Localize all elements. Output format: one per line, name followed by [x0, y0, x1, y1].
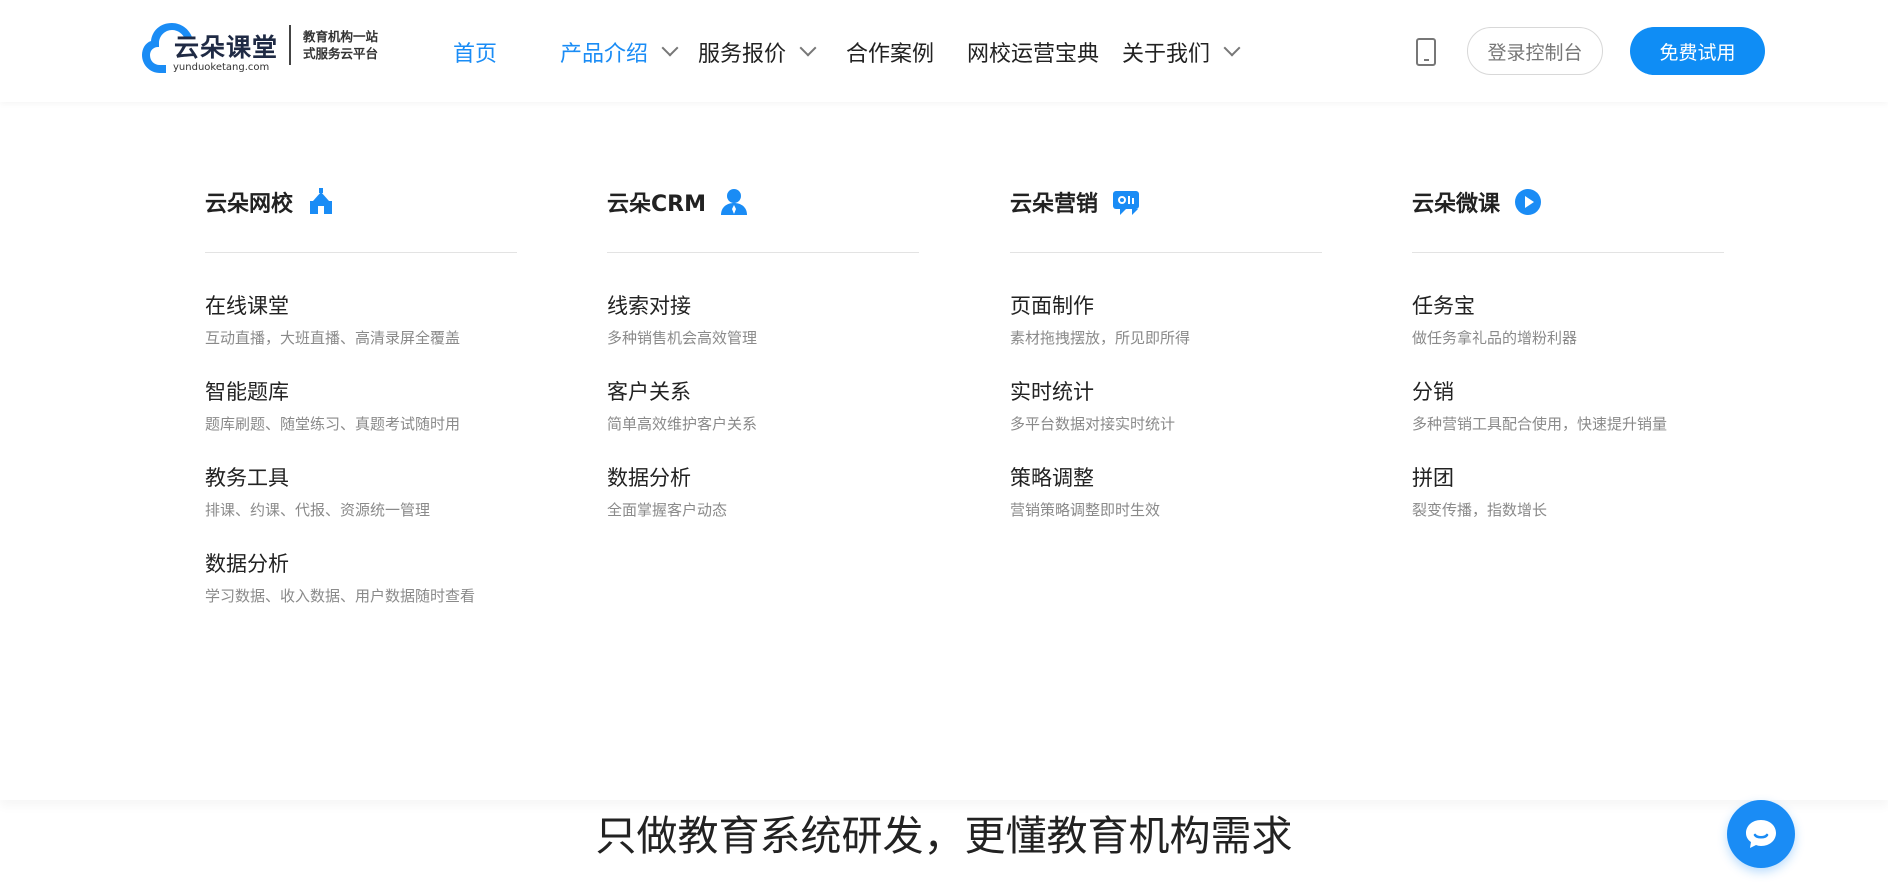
- nav-guide[interactable]: 网校运营宝典: [967, 36, 1099, 68]
- nav-pricing-label: 服务报价: [698, 42, 787, 67]
- menu-item-desc: 全面掌握客户动态: [607, 501, 728, 519]
- brand-name: 云朵课堂: [174, 33, 279, 62]
- menu-column-school: 云朵网校 在线课堂 互动直播，大班直播、高清录屏全覆盖 智能题库 题库刷题、随堂…: [205, 182, 517, 635]
- chat-button[interactable]: [1727, 800, 1795, 868]
- menu-item-desc: 做任务拿礼品的增粉利器: [1412, 329, 1578, 347]
- menu-item-desc: 互动直播，大班直播、高清录屏全覆盖: [205, 329, 461, 347]
- nav-cases-label: 合作案例: [846, 42, 935, 67]
- menu-item-title: 页面制作: [1010, 294, 1094, 318]
- column-title-text: 云朵微课: [1412, 192, 1501, 217]
- slogan-line-1: 教育机构一站: [303, 29, 379, 44]
- site-header: 云朵课堂 yunduoketang.com 教育机构一站 式服务云平台 首页 产…: [0, 0, 1888, 102]
- menu-item-page-builder[interactable]: 页面制作 素材拖拽摆放，所见即所得: [1010, 291, 1322, 351]
- logo-mark: 云朵课堂 yunduoketang.com: [142, 14, 277, 76]
- user-icon: [720, 189, 747, 215]
- menu-item-desc: 学习数据、收入数据、用户数据随时查看: [205, 587, 476, 605]
- page-headline: 只做教育系统研发，更懂教育机构需求: [595, 812, 1293, 860]
- column-divider: [1412, 252, 1724, 253]
- column-title-text: 云朵网校: [205, 192, 294, 217]
- menu-item-title: 策略调整: [1010, 466, 1094, 490]
- menu-item-admin-tools[interactable]: 教务工具 排课、约课、代报、资源统一管理: [205, 463, 517, 523]
- nav-home-label: 首页: [453, 42, 498, 67]
- chevron-down-icon: [661, 39, 679, 57]
- brand-slogan: 教育机构一站 式服务云平台: [303, 28, 378, 62]
- menu-item-desc: 多种销售机会高效管理: [607, 329, 758, 347]
- menu-item-title: 数据分析: [205, 552, 289, 576]
- chevron-down-icon: [1223, 39, 1241, 57]
- mobile-phone-icon[interactable]: [1416, 38, 1436, 66]
- menu-item-realtime-stats[interactable]: 实时统计 多平台数据对接实时统计: [1010, 377, 1322, 437]
- slogan-line-2: 式服务云平台: [303, 46, 379, 61]
- play-icon: [1515, 189, 1542, 215]
- menu-item-desc: 多平台数据对接实时统计: [1010, 415, 1176, 433]
- menu-item-distribution[interactable]: 分销 多种营销工具配合使用，快速提升销量: [1412, 377, 1724, 437]
- menu-column-crm: 云朵CRM 线索对接 多种销售机会高效管理 客户关系 简单高效维护客户关系 数据…: [607, 182, 919, 549]
- menu-item-title: 任务宝: [1412, 294, 1475, 318]
- column-title[interactable]: 云朵CRM: [607, 182, 919, 222]
- menu-item-title: 数据分析: [607, 466, 691, 490]
- marketing-icon: [1113, 191, 1140, 215]
- menu-column-microclass: 云朵微课 任务宝 做任务拿礼品的增粉利器 分销 多种营销工具配合使用，快速提升销…: [1412, 182, 1724, 549]
- chevron-down-icon: [799, 39, 817, 57]
- menu-item-crm-data-analysis[interactable]: 数据分析 全面掌握客户动态: [607, 463, 919, 523]
- menu-item-data-analysis[interactable]: 数据分析 学习数据、收入数据、用户数据随时查看: [205, 549, 517, 609]
- column-divider: [1010, 252, 1322, 253]
- nav-home[interactable]: 首页: [453, 36, 497, 68]
- nav-pricing[interactable]: 服务报价: [698, 36, 817, 68]
- chat-bubble-icon: [1746, 820, 1776, 848]
- menu-item-desc: 多种营销工具配合使用，快速提升销量: [1412, 415, 1668, 433]
- menu-item-desc: 素材拖拽摆放，所见即所得: [1010, 329, 1191, 347]
- menu-item-title: 教务工具: [205, 466, 289, 490]
- menu-item-title: 拼团: [1412, 466, 1454, 490]
- menu-item-group-buy[interactable]: 拼团 裂变传播，指数增长: [1412, 463, 1724, 523]
- brand-logo[interactable]: 云朵课堂 yunduoketang.com 教育机构一站 式服务云平台: [142, 14, 378, 76]
- menu-item-title: 实时统计: [1010, 380, 1094, 404]
- menu-item-title: 线索对接: [607, 294, 691, 318]
- login-console-button[interactable]: 登录控制台: [1467, 27, 1603, 75]
- nav-products[interactable]: 产品介绍: [560, 36, 679, 68]
- menu-item-desc: 排课、约课、代报、资源统一管理: [205, 501, 431, 519]
- menu-item-title: 在线课堂: [205, 294, 289, 318]
- menu-item-strategy-adjust[interactable]: 策略调整 营销策略调整即时生效: [1010, 463, 1322, 523]
- column-title[interactable]: 云朵营销: [1010, 182, 1322, 222]
- column-title[interactable]: 云朵微课: [1412, 182, 1724, 222]
- products-dropdown: 云朵网校 在线课堂 互动直播，大班直播、高清录屏全覆盖 智能题库 题库刷题、随堂…: [0, 102, 1888, 800]
- menu-item-desc: 营销策略调整即时生效: [1010, 501, 1161, 519]
- school-icon: [310, 188, 333, 214]
- column-title[interactable]: 云朵网校: [205, 182, 517, 222]
- nav-about[interactable]: 关于我们: [1122, 36, 1241, 68]
- column-divider: [205, 252, 517, 253]
- column-title-text: 云朵营销: [1010, 192, 1099, 217]
- menu-item-online-class[interactable]: 在线课堂 互动直播，大班直播、高清录屏全覆盖: [205, 291, 517, 351]
- menu-item-title: 客户关系: [607, 380, 691, 404]
- column-title-text: 云朵CRM: [607, 192, 706, 217]
- column-divider: [607, 252, 919, 253]
- nav-cases[interactable]: 合作案例: [846, 36, 934, 68]
- menu-item-question-bank[interactable]: 智能题库 题库刷题、随堂练习、真题考试随时用: [205, 377, 517, 437]
- menu-item-desc: 裂变传播，指数增长: [1412, 501, 1548, 519]
- menu-item-title: 智能题库: [205, 380, 289, 404]
- menu-item-title: 分销: [1412, 380, 1454, 404]
- brand-domain: yunduoketang.com: [173, 62, 270, 73]
- menu-item-lead-docking[interactable]: 线索对接 多种销售机会高效管理: [607, 291, 919, 351]
- menu-item-task-treasure[interactable]: 任务宝 做任务拿礼品的增粉利器: [1412, 291, 1724, 351]
- free-trial-button[interactable]: 免费试用: [1630, 27, 1765, 75]
- nav-products-label: 产品介绍: [560, 42, 649, 67]
- menu-column-marketing: 云朵营销 页面制作 素材拖拽摆放，所见即所得 实时统计 多平台数据对接实时统计 …: [1010, 182, 1322, 549]
- nav-about-label: 关于我们: [1122, 42, 1211, 67]
- logo-divider: [289, 25, 291, 65]
- menu-item-desc: 简单高效维护客户关系: [607, 415, 758, 433]
- page-subheadline-clipped: [0, 870, 1888, 883]
- nav-guide-label: 网校运营宝典: [967, 42, 1100, 67]
- menu-item-desc: 题库刷题、随堂练习、真题考试随时用: [205, 415, 461, 433]
- menu-item-customer-relations[interactable]: 客户关系 简单高效维护客户关系: [607, 377, 919, 437]
